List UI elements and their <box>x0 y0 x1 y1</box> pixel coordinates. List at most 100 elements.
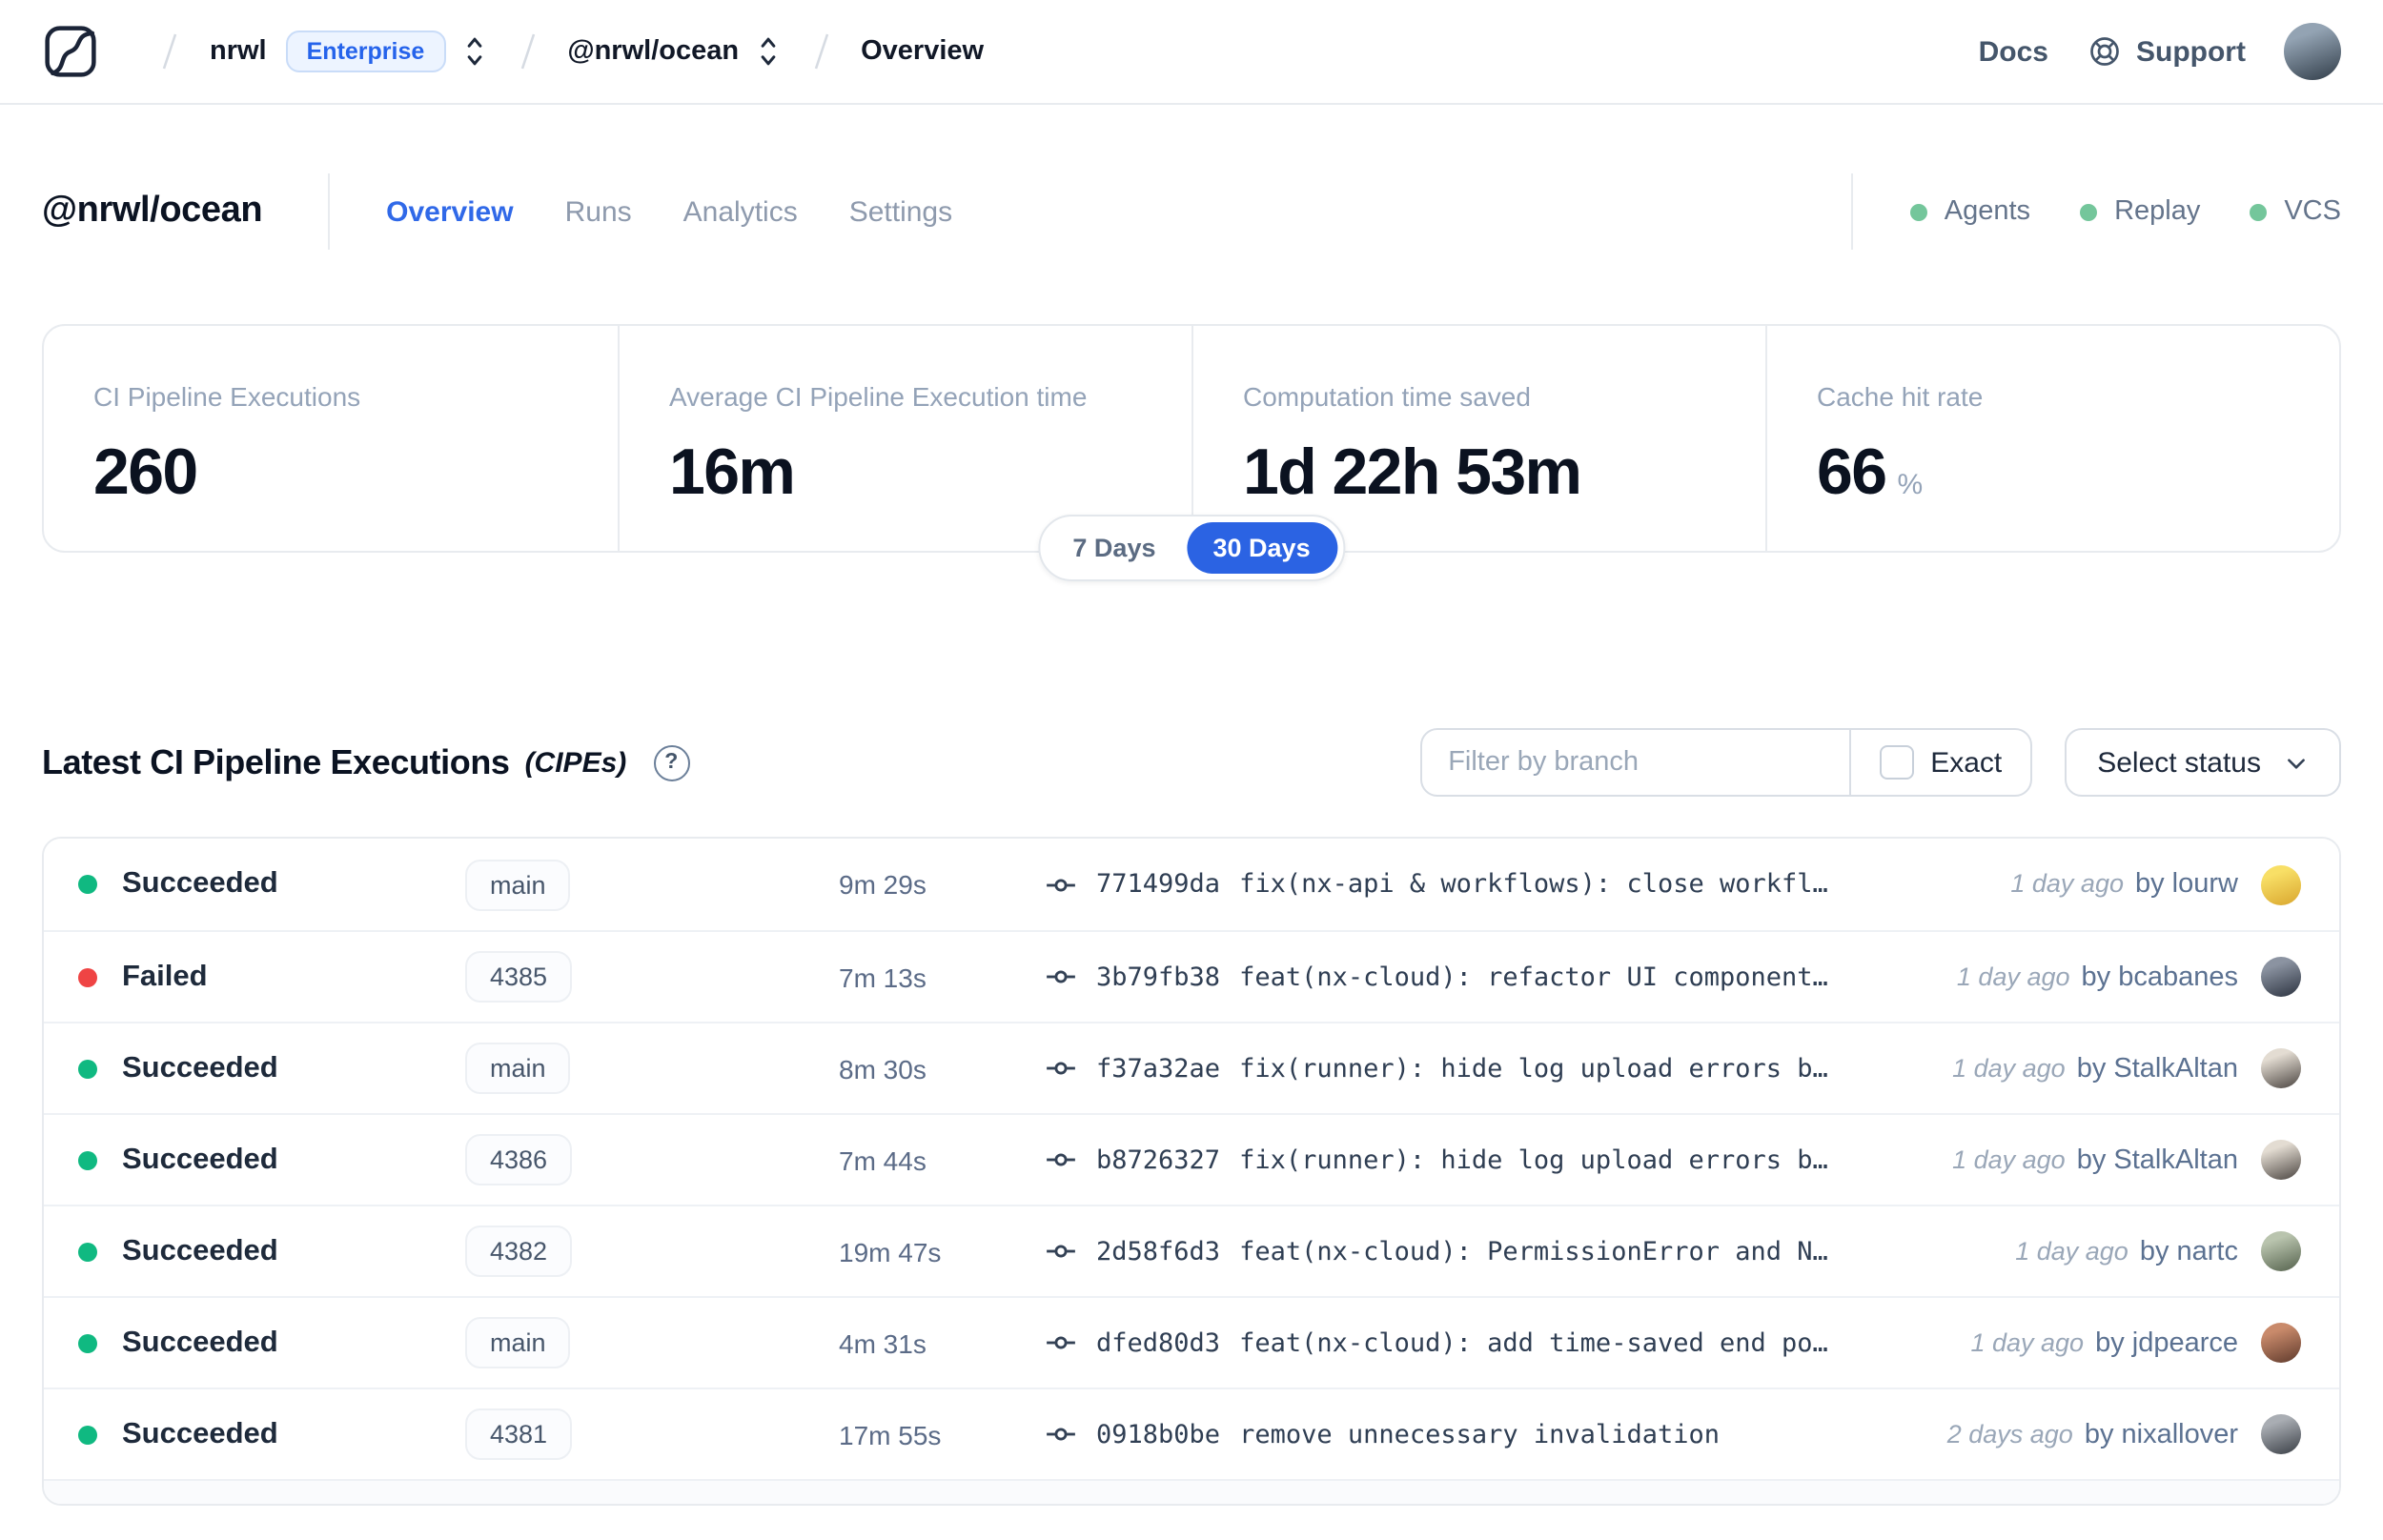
table-row[interactable]: Succeeded 4386 7m 44s b8726327 fix(runne… <box>44 1113 2339 1205</box>
commit-message: fix(nx-api & workflows): close workfl… <box>1239 869 1828 900</box>
stat-cache-hit-rate: Cache hit rate 66% <box>1765 326 2339 551</box>
author-label: by jdpearce <box>2095 1327 2238 1358</box>
commit-hash[interactable]: 2d58f6d3 <box>1096 1236 1220 1266</box>
commit-cell: 0918b0be remove unnecessary invalidation <box>1045 1418 1947 1450</box>
divider <box>1850 173 1853 250</box>
workspace-switcher-icon[interactable] <box>754 32 781 71</box>
date-range-toggle: 7 Days 30 Days <box>1038 515 1345 581</box>
author-label: by nartc <box>2139 1236 2238 1266</box>
row-meta: 1 day ago by StalkAltan <box>1952 1053 2238 1084</box>
chevron-down-icon <box>2288 758 2305 768</box>
status-label: Succeeded <box>122 1326 278 1358</box>
author-label: by bcabanes <box>2081 962 2238 992</box>
top-navigation-bar: nrwl Enterprise @nrwl/ocean Overview Doc… <box>0 0 2383 105</box>
tab-analytics[interactable]: Analytics <box>683 195 798 228</box>
cipe-section-header: Latest CI Pipeline Executions (CIPEs) ? … <box>42 728 2341 797</box>
branch-column: 4382 <box>465 1226 839 1277</box>
status-label: Succeeded <box>122 867 278 900</box>
author-label: by StalkAltan <box>2076 1145 2238 1175</box>
git-commit-icon <box>1047 1336 1075 1349</box>
stat-number: 1d 22h 53m <box>1243 436 1582 509</box>
table-row[interactable]: Failed 4385 7m 13s 3b79fb38 feat(nx-clou… <box>44 930 2339 1022</box>
commit-cell: f37a32ae fix(runner): hide log upload er… <box>1045 1052 1952 1084</box>
service-status-indicators: Agents Replay VCS <box>1786 173 2341 250</box>
branch-badge[interactable]: main <box>465 1317 571 1368</box>
table-row[interactable]: Succeeded 4381 17m 55s 0918b0be remove u… <box>44 1388 2339 1479</box>
author-avatar <box>2261 864 2301 904</box>
life-buoy-icon <box>2089 37 2118 66</box>
stat-value: 66% <box>1817 436 2290 511</box>
branch-badge[interactable]: 4386 <box>465 1134 573 1185</box>
status-dot-icon <box>1909 203 1927 220</box>
branch-badge[interactable]: main <box>465 1043 571 1094</box>
section-title: Latest CI Pipeline Executions <box>42 742 510 780</box>
author-label: by lourw <box>2135 869 2238 900</box>
breadcrumb-workspace[interactable]: @nrwl/ocean <box>567 36 739 67</box>
time-ago: 1 day ago <box>1952 1145 2066 1173</box>
table-row[interactable]: Succeeded main 8m 30s f37a32ae fix(runne… <box>44 1022 2339 1113</box>
row-meta: 1 day ago by jdpearce <box>1970 1327 2238 1358</box>
commit-hash[interactable]: 3b79fb38 <box>1096 962 1220 992</box>
support-link[interactable]: Support <box>2087 34 2246 69</box>
status-label: Failed <box>122 960 208 992</box>
status-dot-icon <box>78 967 97 986</box>
stat-label: Average CI Pipeline Execution time <box>669 381 1088 412</box>
table-row[interactable]: Succeeded 4382 19m 47s 2d58f6d3 feat(nx-… <box>44 1205 2339 1296</box>
git-commit-icon <box>1047 878 1075 891</box>
commit-hash[interactable]: 0918b0be <box>1096 1419 1220 1449</box>
commit-hash[interactable]: b8726327 <box>1096 1145 1220 1175</box>
stat-value: 16m <box>669 436 1142 511</box>
commit-cell: dfed80d3 feat(nx-cloud): add time-saved … <box>1045 1327 1970 1359</box>
cipe-table: Succeeded main 9m 29s 771499da fix(nx-ap… <box>42 837 2341 1506</box>
git-commit-icon <box>1047 1428 1075 1441</box>
status-dot-icon <box>78 875 97 894</box>
stat-number: 260 <box>93 436 198 509</box>
commit-hash[interactable]: f37a32ae <box>1096 1053 1220 1084</box>
status-label: Succeeded <box>122 1234 278 1266</box>
nx-cloud-logo-icon[interactable] <box>42 23 99 80</box>
author-avatar <box>2261 1323 2301 1363</box>
table-row[interactable]: Succeeded main 9m 29s 771499da fix(nx-ap… <box>44 839 2339 930</box>
breadcrumb-org[interactable]: nrwl <box>210 36 267 67</box>
branch-filter-input[interactable] <box>1421 730 1849 795</box>
help-icon[interactable]: ? <box>653 744 690 780</box>
status-dot-icon <box>2080 203 2098 220</box>
branch-badge[interactable]: main <box>465 859 571 910</box>
docs-label: Docs <box>1978 35 2048 68</box>
git-commit-icon <box>1047 1062 1075 1075</box>
tab-overview[interactable]: Overview <box>386 195 513 228</box>
service-label: VCS <box>2284 196 2341 227</box>
status-label: Succeeded <box>122 1143 278 1175</box>
git-commit-icon <box>1047 1245 1075 1258</box>
branch-badge[interactable]: 4382 <box>465 1226 573 1277</box>
tab-runs[interactable]: Runs <box>565 195 632 228</box>
commit-hash[interactable]: dfed80d3 <box>1096 1327 1220 1358</box>
range-option-7-days[interactable]: 7 Days <box>1046 522 1182 574</box>
cipe-filters: Exact Select status <box>1419 728 2341 797</box>
row-meta: 1 day ago by StalkAltan <box>1952 1145 2238 1175</box>
row-meta: 1 day ago by lourw <box>2010 869 2238 900</box>
commit-hash[interactable]: 771499da <box>1096 869 1220 900</box>
status-select-dropdown[interactable]: Select status <box>2065 728 2341 797</box>
author-avatar <box>2261 1140 2301 1180</box>
tab-settings[interactable]: Settings <box>849 195 952 228</box>
status-dot-icon <box>78 1150 97 1169</box>
breadcrumb-separator <box>520 33 535 70</box>
section-title-suffix: (CIPEs) <box>524 746 627 779</box>
row-meta: 2 days ago by nixallover <box>1947 1419 2238 1449</box>
commit-message: fix(runner): hide log upload errors b… <box>1239 1053 1828 1084</box>
commit-cell: 3b79fb38 feat(nx-cloud): refactor UI com… <box>1045 961 1957 993</box>
table-row[interactable]: Succeeded main 4m 31s dfed80d3 feat(nx-c… <box>44 1296 2339 1388</box>
branch-column: main <box>465 1043 839 1094</box>
range-option-30-days[interactable]: 30 Days <box>1186 522 1337 574</box>
branch-badge[interactable]: 4385 <box>465 951 573 1003</box>
duration-label: 19m 47s <box>839 1236 942 1266</box>
docs-link[interactable]: Docs <box>1979 35 2048 68</box>
user-avatar[interactable] <box>2284 23 2341 80</box>
org-switcher-icon[interactable] <box>460 32 487 71</box>
support-label: Support <box>2136 35 2246 68</box>
stat-label: Cache hit rate <box>1817 381 1984 412</box>
exact-checkbox[interactable] <box>1879 745 1914 780</box>
branch-badge[interactable]: 4381 <box>465 1408 573 1460</box>
duration-label: 7m 44s <box>839 1145 927 1175</box>
